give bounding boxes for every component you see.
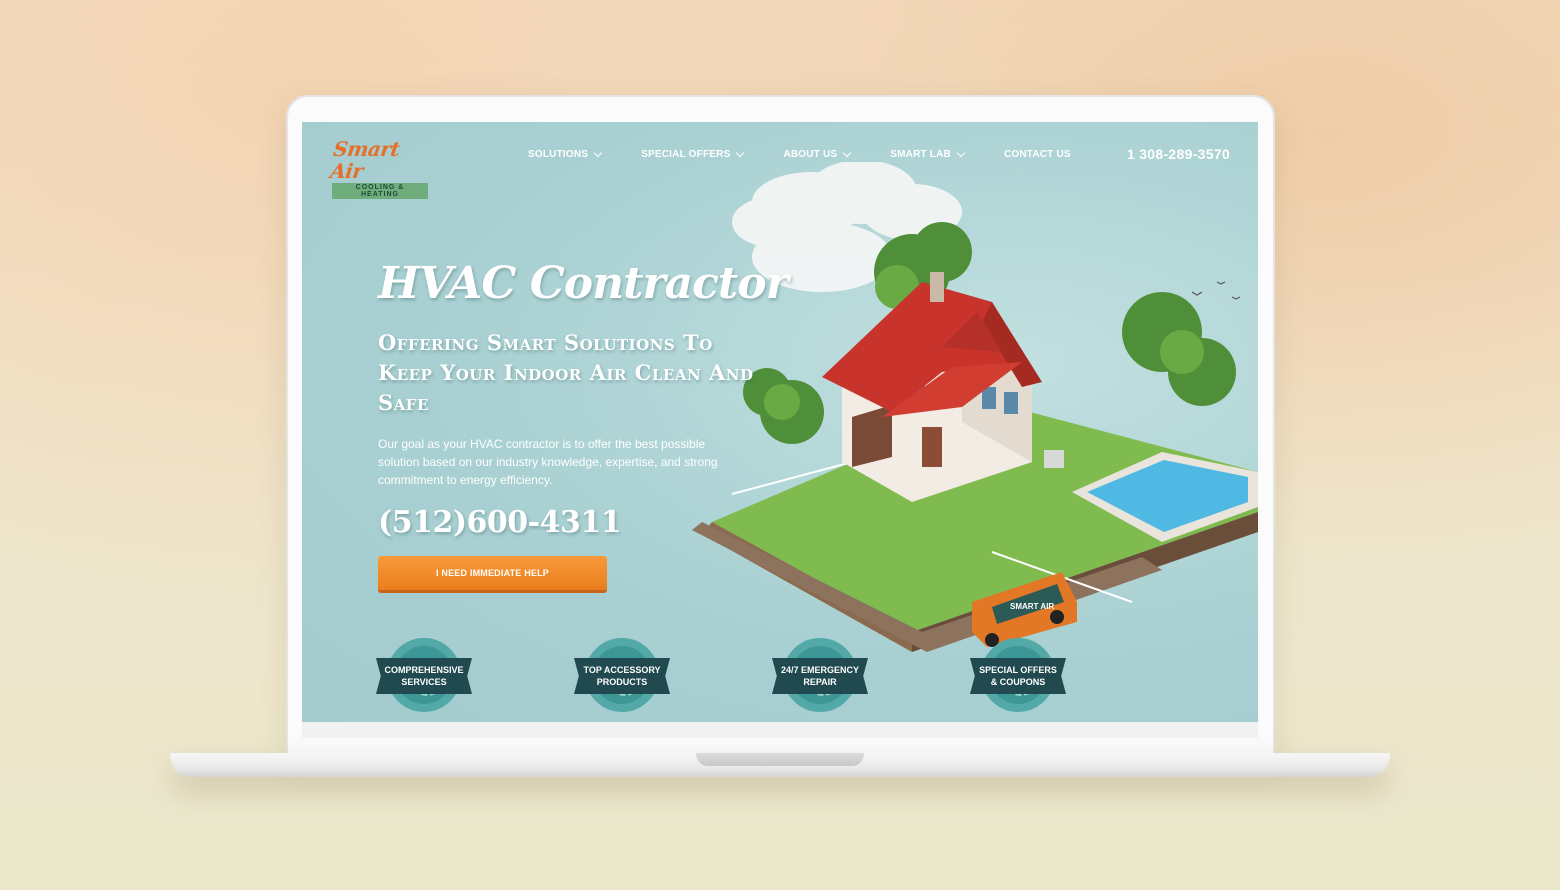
website-screen: Smart Air COOLING & HEATING SOLUTIONS SP…	[302, 122, 1258, 722]
laptop-notch	[696, 753, 864, 766]
house-illustration: SMART AIR	[692, 162, 1258, 652]
brand-tagline: COOLING & HEATING	[332, 183, 428, 199]
brand-logo[interactable]: Smart Air COOLING & HEATING	[328, 137, 432, 199]
badge-top-accessory-products[interactable]: TOP ACCESSORY PRODUCTS	[574, 638, 670, 714]
nav-item-about-us[interactable]: ABOUT US	[783, 148, 852, 160]
screen-chin	[302, 722, 1258, 738]
badge-band: TOP ACCESSORY PRODUCTS	[574, 658, 670, 694]
badge-label: SPECIAL OFFERS & COUPONS	[979, 665, 1057, 687]
nav-item-solutions[interactable]: SOLUTIONS	[528, 148, 603, 160]
badge-comprehensive-services[interactable]: COMPREHENSIVE SERVICES	[376, 638, 472, 714]
van-label: SMART AIR	[1010, 602, 1054, 611]
hero-script-title: HVAC Contractor	[378, 258, 789, 309]
chevron-down-icon	[736, 148, 745, 157]
badge-label: 24/7 EMERGENCY REPAIR	[780, 665, 860, 687]
nav-item-special-offers[interactable]: SPECIAL OFFERS	[641, 148, 745, 160]
nav-item-label: SOLUTIONS	[528, 149, 589, 160]
nav-item-label: SPECIAL OFFERS	[641, 149, 731, 160]
chevron-down-icon	[843, 148, 852, 157]
badge-band: 24/7 EMERGENCY REPAIR	[772, 658, 868, 694]
nav-item-label: SMART LAB	[890, 149, 951, 160]
nav-item-contact-us[interactable]: CONTACT US	[1004, 149, 1071, 160]
chevron-down-icon	[593, 148, 603, 157]
hero-description: Our goal as your HVAC contractor is to o…	[378, 437, 718, 487]
hero-title: Offering Smart Solutions To Keep Your In…	[378, 330, 754, 415]
nav-item-label: ABOUT US	[783, 149, 838, 160]
header-phone-link[interactable]: 1 308-289-3570	[1127, 146, 1230, 162]
badge-band: COMPREHENSIVE SERVICES	[376, 658, 472, 694]
badge-label: COMPREHENSIVE SERVICES	[384, 665, 464, 687]
hero-phone-link[interactable]: (512)600-4311	[378, 505, 622, 540]
brand-name: Smart Air	[328, 137, 402, 183]
immediate-help-button[interactable]: I NEED IMMEDIATE HELP	[378, 556, 607, 590]
badge-band: SPECIAL OFFERS & COUPONS	[970, 658, 1066, 694]
nav-item-label: CONTACT US	[1003, 149, 1071, 160]
badge-special-offers-coupons[interactable]: SPECIAL OFFERS & COUPONS	[970, 638, 1066, 714]
badge-emergency-repair[interactable]: 24/7 EMERGENCY REPAIR	[772, 638, 868, 714]
nav-item-smart-lab[interactable]: SMART LAB	[890, 148, 966, 160]
main-nav: SOLUTIONS SPECIAL OFFERS ABOUT US SMART …	[528, 148, 1071, 160]
badge-label: TOP ACCESSORY PRODUCTS	[583, 665, 661, 687]
chevron-down-icon	[956, 148, 966, 157]
